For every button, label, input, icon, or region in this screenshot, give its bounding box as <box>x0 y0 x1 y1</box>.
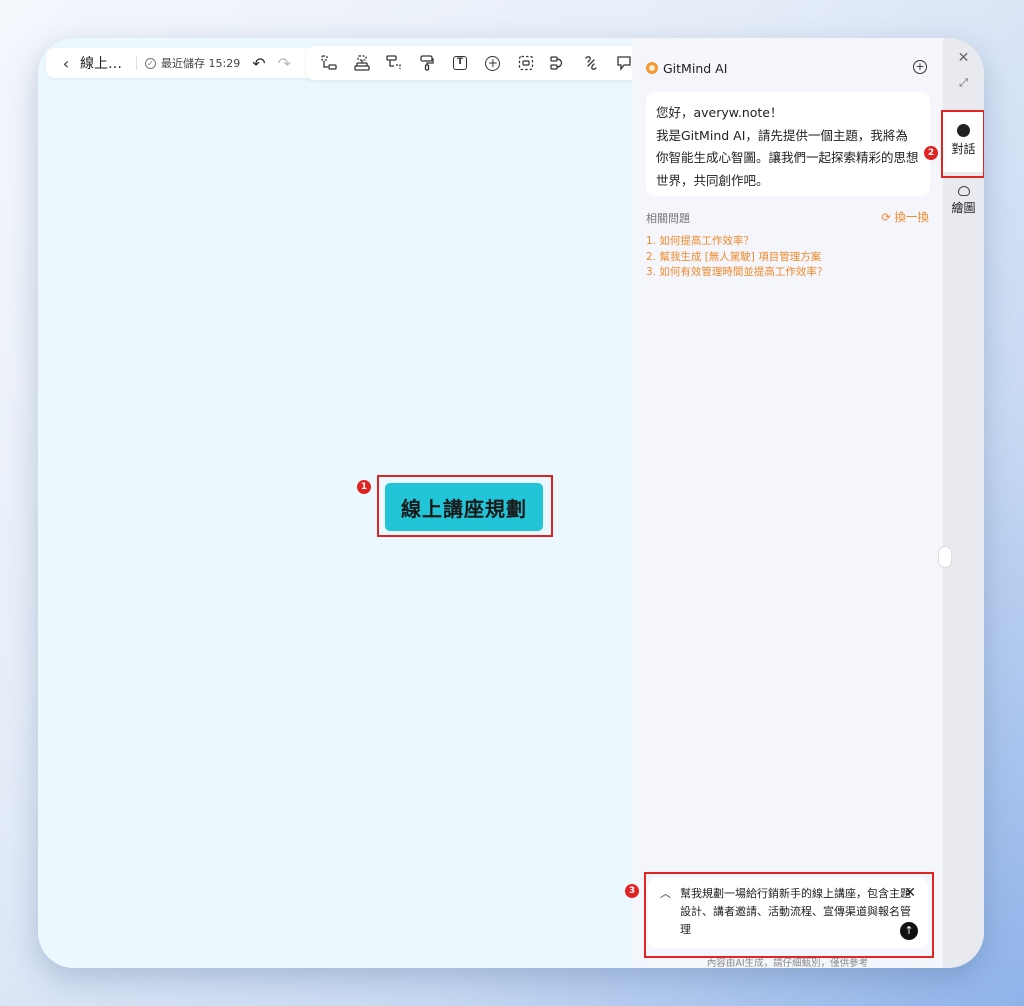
panel-header: GitMind AI + <box>632 54 943 82</box>
add-child-icon[interactable] <box>318 52 340 74</box>
saved-check-icon: ✓ <box>145 57 156 69</box>
annotation-box-2 <box>941 110 984 178</box>
mindmap-canvas[interactable]: ‹ 線上… ✓ 最近儲存 15:29 ↶ ↷ T + 線上講座規劃 1 <box>38 38 646 968</box>
tab-draw[interactable]: 繪圖 <box>943 180 984 230</box>
resize-handle[interactable] <box>938 546 952 568</box>
save-status: ✓ 最近儲存 15:29 <box>145 55 240 71</box>
refresh-questions-button[interactable]: ⟳ 換一換 <box>881 209 929 225</box>
summary-icon[interactable] <box>384 52 406 74</box>
expand-panel-icon[interactable]: ⤢ <box>943 76 984 90</box>
annotation-box-1 <box>377 475 553 537</box>
greeting-line-1: 您好，averyw.note！ <box>656 105 783 120</box>
ai-greeting-message: 您好，averyw.note！ 我是GitMind AI，請先提供一個主題，我將… <box>646 92 930 196</box>
ai-disclaimer: 內容由AI生成，請仔細甄別，僅供參考 <box>706 958 869 968</box>
document-title[interactable]: 線上… <box>80 53 128 73</box>
close-panel-icon[interactable]: ✕ <box>943 50 984 66</box>
app-window: ‹ 線上… ✓ 最近儲存 15:29 ↶ ↷ T + 線上講座規劃 1 GitM… <box>38 38 984 968</box>
tab-draw-label: 繪圖 <box>951 201 976 215</box>
refresh-icon: ⟳ <box>881 210 895 224</box>
related-questions-list: 1. 如何提高工作效率？ 2. 幫我生成 [無人駕駛] 項目管理方案 3. 如何… <box>646 234 827 281</box>
greeting-line-2: 我是GitMind AI，請先提供一個主題，我將為你智能生成心智圖。讓我們一起探… <box>656 127 919 188</box>
format-brush-icon[interactable] <box>416 52 438 74</box>
toolbar-divider <box>136 56 137 70</box>
text-icon[interactable]: T <box>449 52 471 74</box>
relation-icon[interactable] <box>548 52 570 74</box>
frame-icon[interactable] <box>515 52 537 74</box>
refresh-label: 換一換 <box>894 210 930 224</box>
palette-icon <box>957 186 970 196</box>
panel-title: GitMind AI <box>663 60 728 76</box>
related-question[interactable]: 3. 如何有效管理時間並提高工作效率？ <box>646 265 827 281</box>
annotation-box-3 <box>644 872 934 958</box>
top-toolbar: ‹ 線上… ✓ 最近儲存 15:29 ↶ ↷ <box>46 48 316 78</box>
save-status-text: 最近儲存 15:29 <box>161 57 241 70</box>
related-questions-title: 相關問題 <box>646 212 690 225</box>
undo-button[interactable]: ↶ <box>252 54 265 73</box>
link-icon[interactable] <box>580 52 602 74</box>
related-question[interactable]: 1. 如何提高工作效率？ <box>646 234 827 250</box>
annotation-badge-3: 3 <box>625 884 639 898</box>
ai-chat-panel: GitMind AI + 您好，averyw.note！ 我是GitMind A… <box>625 38 943 968</box>
gitmind-logo-icon <box>646 62 658 74</box>
annotation-badge-2: 2 <box>924 146 938 160</box>
edit-toolbar: T + <box>306 46 646 80</box>
related-question[interactable]: 2. 幫我生成 [無人駕駛] 項目管理方案 <box>646 250 827 266</box>
add-sibling-icon[interactable] <box>351 52 373 74</box>
back-button[interactable]: ‹ <box>52 54 80 73</box>
insert-icon[interactable]: + <box>482 52 504 74</box>
redo-button[interactable]: ↷ <box>278 54 291 73</box>
new-chat-icon[interactable]: + <box>913 60 927 74</box>
annotation-badge-1: 1 <box>357 480 371 494</box>
